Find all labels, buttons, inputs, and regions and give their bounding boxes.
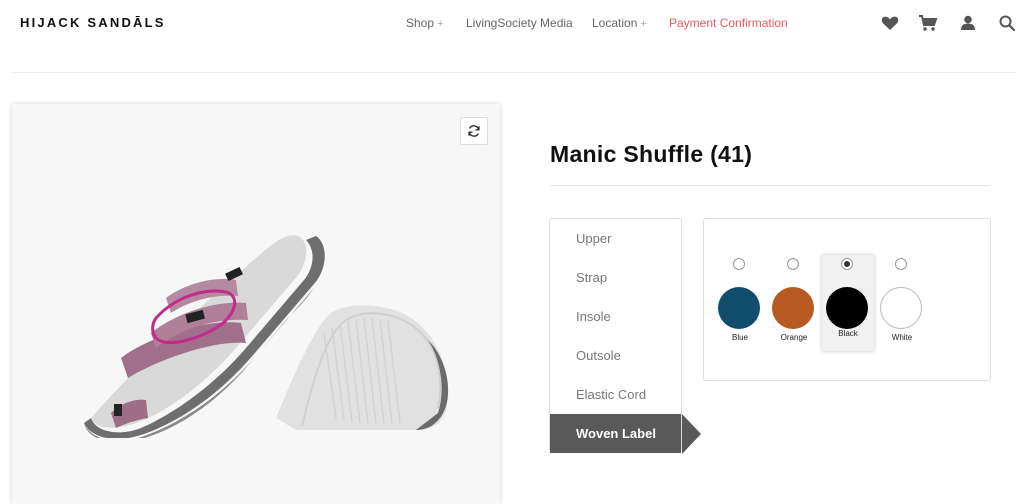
nav-livingsociety-media[interactable]: LivingSociety Media	[466, 16, 573, 30]
color-swatch-panel: Blue Orange Black White	[703, 218, 991, 381]
swatch-white-label: White	[891, 333, 913, 342]
part-insole[interactable]: Insole	[550, 297, 681, 336]
user-icon[interactable]	[958, 13, 978, 33]
part-selector: Upper Strap Insole Outsole Elastic Cord …	[549, 218, 682, 453]
part-insole-label: Insole	[576, 309, 611, 324]
main-nav: Shop + LivingSociety Media Location + Paym…	[0, 16, 1024, 36]
swatch-orange-radio[interactable]	[787, 258, 799, 270]
radio-selected-dot	[844, 261, 850, 267]
part-strap[interactable]: Strap	[550, 258, 681, 297]
nav-location-expand-icon: +	[640, 18, 647, 30]
rotate-icon	[468, 125, 480, 137]
part-woven-label-label: Woven Label	[576, 426, 656, 441]
product-title: Manic Shuffle (41)	[550, 141, 753, 167]
active-part-arrow	[682, 414, 701, 454]
cart-icon[interactable]	[918, 13, 938, 33]
swatch-blue-radio[interactable]	[733, 258, 745, 270]
swatch-black-radio[interactable]	[841, 258, 853, 270]
part-strap-label: Strap	[576, 270, 608, 285]
swatch-black-circle[interactable]	[826, 287, 868, 329]
header-divider	[12, 72, 1016, 73]
part-outsole[interactable]: Outsole	[550, 336, 681, 375]
nav-shop-expand-icon: +	[437, 18, 444, 30]
part-upper[interactable]: Upper	[550, 219, 681, 258]
part-elastic-cord-label: Elastic Cord	[576, 387, 647, 402]
title-divider	[550, 185, 990, 186]
nav-shop-label: Shop	[406, 16, 435, 30]
part-elastic-cord[interactable]: Elastic Cord	[550, 375, 681, 414]
nav-payment-confirmation-label: Payment Confirmation	[669, 16, 788, 30]
nav-location-label: Location	[592, 16, 638, 30]
nav-location[interactable]: Location +	[592, 16, 647, 30]
part-woven-label[interactable]: Woven Label	[550, 414, 681, 453]
nav-livingsociety-media-label: LivingSociety Media	[466, 16, 573, 30]
rotate-button[interactable]	[460, 117, 488, 145]
swatch-white-radio[interactable]	[895, 258, 907, 270]
part-upper-label: Upper	[576, 231, 612, 246]
swatch-white-circle[interactable]	[880, 287, 922, 329]
heart-icon[interactable]	[880, 13, 900, 33]
nav-payment-confirmation[interactable]: Payment Confirmation	[669, 16, 788, 30]
product-preview[interactable]	[12, 104, 500, 504]
swatch-blue-circle[interactable]	[718, 287, 760, 329]
swatch-orange-circle[interactable]	[772, 287, 814, 329]
nav-shop[interactable]: Shop +	[406, 16, 443, 30]
swatch-white[interactable]: White	[876, 255, 928, 351]
search-icon[interactable]	[997, 13, 1017, 33]
sandal-product-image	[84, 235, 449, 438]
part-outsole-label: Outsole	[576, 348, 621, 363]
